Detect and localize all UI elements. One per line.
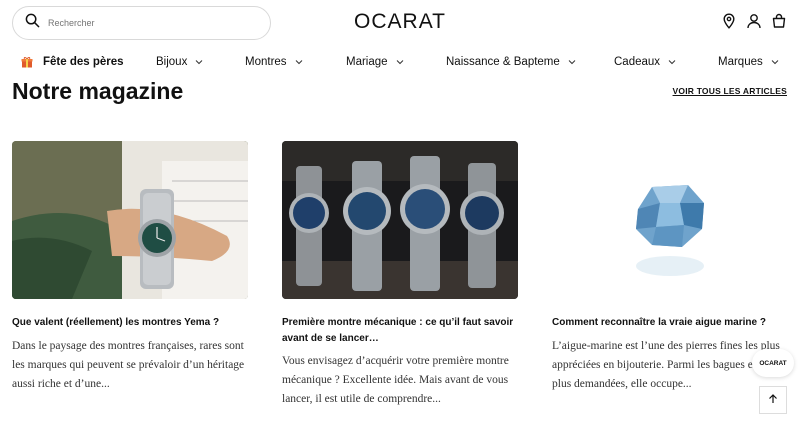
nav-item-fete-des-peres[interactable]: Fête des pères xyxy=(21,56,124,68)
article-card[interactable]: Que valent (réellement) les montres Yema… xyxy=(12,141,248,394)
search-input[interactable] xyxy=(48,18,248,28)
article-card[interactable]: Première montre mécanique : ce qu’il fau… xyxy=(282,141,518,409)
article-title[interactable]: Que valent (réellement) les montres Yema… xyxy=(12,315,248,331)
nav-label: Cadeaux xyxy=(614,56,661,68)
chevron-down-icon xyxy=(568,58,576,66)
nav-label: Marques xyxy=(718,56,763,68)
article-image-watch-on-wrist[interactable] xyxy=(12,141,248,299)
article-title[interactable]: Première montre mécanique : ce qu’il fau… xyxy=(282,315,518,346)
nav-item-montres[interactable]: Montres xyxy=(245,56,303,68)
cart-icon[interactable] xyxy=(771,13,787,29)
nav-label: Mariage xyxy=(346,56,388,68)
nav-item-cadeaux[interactable]: Cadeaux xyxy=(614,56,676,68)
nav-item-mariage[interactable]: Mariage xyxy=(346,56,404,68)
nav-item-bijoux[interactable]: Bijoux xyxy=(156,56,203,68)
gift-icon xyxy=(21,56,33,68)
article-title[interactable]: Comment reconnaître la vraie aigue marin… xyxy=(552,315,788,331)
nav-item-naissance-bapteme[interactable]: Naissance & Bapteme xyxy=(446,56,576,68)
section-title: Notre magazine xyxy=(12,78,184,104)
search-icon[interactable] xyxy=(25,13,40,33)
site-logo[interactable]: OCARAT xyxy=(340,10,460,34)
scroll-to-top-button[interactable] xyxy=(759,386,787,414)
chevron-down-icon xyxy=(195,58,203,66)
location-icon[interactable] xyxy=(721,13,737,29)
nav-item-marques[interactable]: Marques xyxy=(718,56,779,68)
nav-label: Montres xyxy=(245,56,287,68)
see-all-articles-link[interactable]: VOIR TOUS LES ARTICLES xyxy=(673,86,787,96)
site-header: OCARAT xyxy=(0,0,800,48)
article-image-aquamarine-gem[interactable] xyxy=(552,141,788,299)
chevron-down-icon xyxy=(295,58,303,66)
chevron-down-icon xyxy=(396,58,404,66)
nav-label: Bijoux xyxy=(156,56,188,68)
article-excerpt: Dans le paysage des montres françaises, … xyxy=(12,339,245,390)
chevron-down-icon xyxy=(668,58,676,66)
user-icon[interactable] xyxy=(746,13,762,29)
article-excerpt: Vous envisagez d’acquérir votre première… xyxy=(282,355,509,405)
chat-badge[interactable]: OCARAT xyxy=(752,349,794,377)
search-bar[interactable] xyxy=(12,6,271,40)
nav-label: Fête des pères xyxy=(43,56,124,68)
main-nav: Fête des pères Bijoux Montres Mariage Na… xyxy=(0,56,800,76)
article-image-watches-display[interactable] xyxy=(282,141,518,299)
arrow-up-icon xyxy=(768,391,778,409)
chevron-down-icon xyxy=(771,58,779,66)
nav-label: Naissance & Bapteme xyxy=(446,56,560,68)
